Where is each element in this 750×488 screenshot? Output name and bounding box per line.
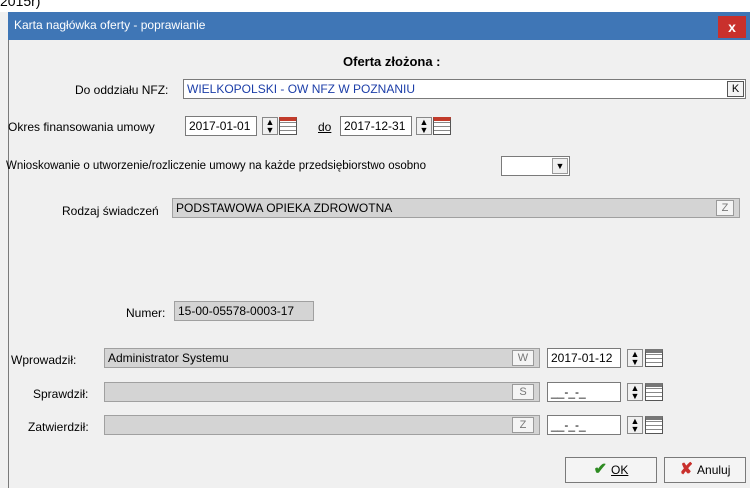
zatwierdzil-field: [104, 415, 540, 435]
cross-icon: ✘: [679, 461, 694, 478]
sprawdzil-field: [104, 382, 540, 402]
nfz-select-button[interactable]: K: [727, 81, 744, 97]
numer-field: 15-00-05578-0003-17: [174, 301, 314, 321]
calendar-icon[interactable]: [279, 117, 297, 135]
offer-status-heading: Oferta złożona :: [343, 54, 441, 69]
sprawdzil-date-spinner[interactable]: ▲ ▼: [627, 383, 643, 401]
nfz-value: WIELKOPOLSKI - OW NFZ W POZNANIU: [187, 82, 416, 96]
okres-label: Okres finansowania umowy: [8, 120, 155, 134]
rodzaj-field: PODSTAWOWA OPIEKA ZDROWOTNA: [172, 198, 740, 218]
nfz-label: Do oddziału NFZ:: [75, 83, 169, 97]
date-from-spinner[interactable]: ▲ ▼: [262, 117, 278, 135]
wprowadzil-select-button[interactable]: W: [512, 350, 534, 366]
date-to-spinner[interactable]: ▲ ▼: [416, 117, 432, 135]
wprowadzil-field: Administrator Systemu: [104, 348, 540, 368]
sprawdzil-date-input[interactable]: __-_-_: [547, 382, 621, 402]
wniosek-label: Wnioskowanie o utworzenie/rozliczenie um…: [6, 160, 426, 172]
calendar-icon[interactable]: [645, 416, 663, 434]
zatwierdzil-date-spinner[interactable]: ▲ ▼: [627, 416, 643, 434]
zatwierdzil-label: Zatwierdził:: [28, 420, 89, 434]
zatwierdzil-date-input[interactable]: __-_-_: [547, 415, 621, 435]
date-to-input[interactable]: 2017-12-31: [340, 116, 412, 136]
ok-label: OK: [611, 463, 629, 477]
wniosek-dropdown[interactable]: ▼: [501, 156, 570, 176]
checkmark-icon: ✔: [593, 461, 608, 478]
wprowadzil-label: Wprowadził:: [11, 353, 77, 367]
fragment-text: 2015r): [0, 0, 41, 9]
sprawdzil-select-button[interactable]: S: [512, 384, 534, 400]
zatwierdzil-select-button[interactable]: Z: [512, 417, 534, 433]
title-bar: Karta nagłówka oferty - poprawianie x: [8, 12, 750, 40]
numer-label: Numer:: [126, 306, 166, 320]
calendar-icon[interactable]: [433, 117, 451, 135]
rodzaj-value: PODSTAWOWA OPIEKA ZDROWOTNA: [176, 201, 393, 215]
window-title: Karta nagłówka oferty - poprawianie: [14, 18, 206, 32]
wprowadzil-date-input[interactable]: 2017-01-12: [547, 348, 621, 368]
rodzaj-label: Rodzaj świadczeń: [62, 204, 159, 218]
ok-button[interactable]: ✔ OK: [565, 457, 657, 483]
chevron-down-icon[interactable]: ▼: [552, 158, 568, 174]
cancel-label: Anuluj: [697, 463, 731, 477]
cancel-button[interactable]: ✘ Anuluj: [664, 457, 746, 483]
sprawdzil-label: Sprawdził:: [33, 387, 89, 401]
nfz-field: WIELKOPOLSKI - OW NFZ W POZNANIU: [183, 79, 746, 99]
calendar-icon[interactable]: [645, 349, 663, 367]
to-label: do: [318, 120, 332, 134]
background-text-fragment: 2015r): [0, 0, 750, 12]
calendar-icon[interactable]: [645, 383, 663, 401]
rodzaj-select-button[interactable]: Z: [716, 200, 734, 216]
date-from-input[interactable]: 2017-01-01: [185, 116, 257, 136]
wprowadzil-date-spinner[interactable]: ▲ ▼: [627, 349, 643, 367]
close-button[interactable]: x: [718, 16, 746, 38]
